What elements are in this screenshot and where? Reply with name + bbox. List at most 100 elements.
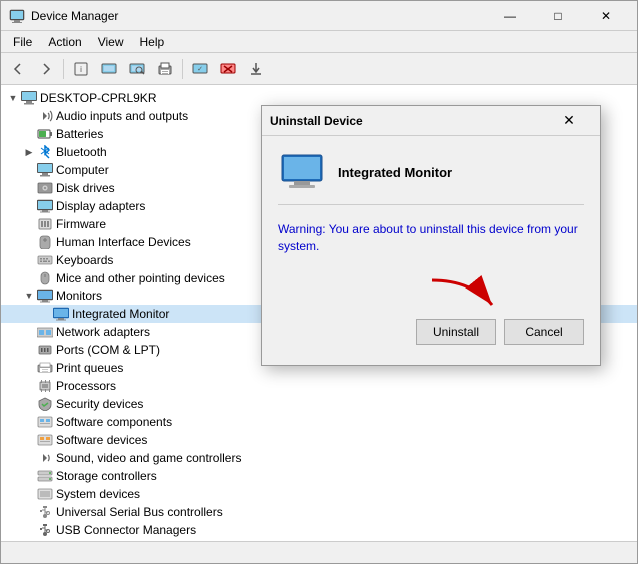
toolbar-update-driver[interactable]: [96, 56, 122, 82]
tree-root-toggle[interactable]: ▼: [5, 90, 21, 106]
toolbar-sep-1: [63, 59, 64, 79]
minimize-button[interactable]: —: [487, 1, 533, 31]
tree-toggle-network[interactable]: [21, 324, 37, 340]
toolbar-forward[interactable]: [33, 56, 59, 82]
tree-toggle-audio[interactable]: [21, 108, 37, 124]
toolbar: i: [1, 53, 637, 85]
tree-toggle-system[interactable]: [21, 486, 37, 502]
dialog-title-bar: Uninstall Device ✕: [262, 106, 600, 136]
tree-label-security: Security devices: [56, 397, 143, 411]
tree-toggle-software-components[interactable]: [21, 414, 37, 430]
sound-icon: [37, 450, 53, 466]
tree-item-usb-connector[interactable]: USB Connector Managers: [1, 521, 637, 539]
tree-toggle-computer[interactable]: [21, 162, 37, 178]
dialog-device-icon: [278, 152, 326, 192]
tree-toggle-ports[interactable]: [21, 342, 37, 358]
firmware-icon: [37, 216, 53, 232]
tree-toggle-display[interactable]: [21, 198, 37, 214]
tree-label-monitors: Monitors: [56, 289, 102, 303]
maximize-button[interactable]: □: [535, 1, 581, 31]
dialog-buttons: Uninstall Cancel: [278, 319, 584, 349]
tree-toggle-print[interactable]: [21, 360, 37, 376]
storage-icon: [37, 468, 53, 484]
tree-toggle-sound[interactable]: [21, 450, 37, 466]
toolbar-back[interactable]: [5, 56, 31, 82]
toolbar-sep-2: [182, 59, 183, 79]
computer-icon: [21, 90, 37, 106]
tree-label-firmware: Firmware: [56, 217, 106, 231]
main-window: Device Manager — □ ✕ File Action View He…: [0, 0, 638, 564]
close-button[interactable]: ✕: [583, 1, 629, 31]
tree-toggle-processors[interactable]: [21, 378, 37, 394]
cancel-button[interactable]: Cancel: [504, 319, 584, 345]
tree-item-storage[interactable]: Storage controllers: [1, 467, 637, 485]
integrated-monitor-icon: [53, 306, 69, 322]
menu-file[interactable]: File: [5, 33, 40, 51]
toolbar-scan[interactable]: [124, 56, 150, 82]
toolbar-print[interactable]: [152, 56, 178, 82]
print-icon: [37, 360, 53, 376]
status-bar: [1, 541, 637, 563]
tree-toggle-mice[interactable]: [21, 270, 37, 286]
tree-label-ports: Ports (COM & LPT): [56, 343, 160, 357]
disk-icon: [37, 180, 53, 196]
dialog-close-button[interactable]: ✕: [546, 106, 592, 136]
software-devices-icon: [37, 432, 53, 448]
tree-root-label: DESKTOP-CPRL9KR: [40, 91, 156, 105]
tree-label-software-components: Software components: [56, 415, 172, 429]
tree-label-software-devices: Software devices: [56, 433, 147, 447]
tree-toggle-usb-connector[interactable]: [21, 522, 37, 538]
ports-icon: [37, 342, 53, 358]
dialog-title: Uninstall Device: [270, 114, 546, 128]
tree-toggle-usb-serial[interactable]: [21, 504, 37, 520]
toolbar-download[interactable]: [243, 56, 269, 82]
arrow-icon: [422, 275, 502, 315]
tree-toggle-hid[interactable]: [21, 234, 37, 250]
tree-item-software-devices[interactable]: Software devices: [1, 431, 637, 449]
tree-toggle-batteries[interactable]: [21, 126, 37, 142]
network-icon: [37, 324, 53, 340]
toolbar-properties[interactable]: i: [68, 56, 94, 82]
tree-label-storage: Storage controllers: [56, 469, 157, 483]
tree-toggle-software-devices[interactable]: [21, 432, 37, 448]
mice-icon: [37, 270, 53, 286]
hid-icon: [37, 234, 53, 250]
computer-device-icon: [37, 162, 53, 178]
tree-toggle-disk[interactable]: [21, 180, 37, 196]
title-bar: Device Manager — □ ✕: [1, 1, 637, 31]
tree-toggle-firmware[interactable]: [21, 216, 37, 232]
tree-toggle-monitors[interactable]: ▼: [21, 288, 37, 304]
tree-label-usb-connector: USB Connector Managers: [56, 523, 196, 537]
tree-item-usb-serial[interactable]: Universal Serial Bus controllers: [1, 503, 637, 521]
toolbar-device-on[interactable]: ✓: [187, 56, 213, 82]
tree-label-network: Network adapters: [56, 325, 150, 339]
tree-label-usb-serial: Universal Serial Bus controllers: [56, 505, 223, 519]
tree-label-mice: Mice and other pointing devices: [56, 271, 225, 285]
tree-toggle-security[interactable]: [21, 396, 37, 412]
tree-item-processors[interactable]: Processors: [1, 377, 637, 395]
audio-icon: [37, 108, 53, 124]
uninstall-button[interactable]: Uninstall: [416, 319, 496, 345]
menu-help[interactable]: Help: [132, 33, 173, 51]
tree-label-audio: Audio inputs and outputs: [56, 109, 188, 123]
title-bar-controls: — □ ✕: [487, 1, 629, 31]
tree-label-computer: Computer: [56, 163, 109, 177]
title-bar-icon: [9, 8, 25, 24]
monitors-icon: [37, 288, 53, 304]
tree-toggle-bluetooth[interactable]: ▶: [21, 144, 37, 160]
display-icon: [37, 198, 53, 214]
menu-view[interactable]: View: [90, 33, 132, 51]
menu-action[interactable]: Action: [40, 33, 89, 51]
device-info-row: Integrated Monitor: [278, 152, 584, 205]
window-title: Device Manager: [31, 9, 487, 23]
tree-label-keyboards: Keyboards: [56, 253, 113, 267]
tree-item-system[interactable]: System devices: [1, 485, 637, 503]
tree-item-software-components[interactable]: Software components: [1, 413, 637, 431]
toolbar-uninstall[interactable]: [215, 56, 241, 82]
tree-toggle-keyboards[interactable]: [21, 252, 37, 268]
tree-item-sound[interactable]: Sound, video and game controllers: [1, 449, 637, 467]
tree-toggle-storage[interactable]: [21, 468, 37, 484]
tree-item-security[interactable]: Security devices: [1, 395, 637, 413]
tree-label-bluetooth: Bluetooth: [56, 145, 107, 159]
tree-label-batteries: Batteries: [56, 127, 103, 141]
